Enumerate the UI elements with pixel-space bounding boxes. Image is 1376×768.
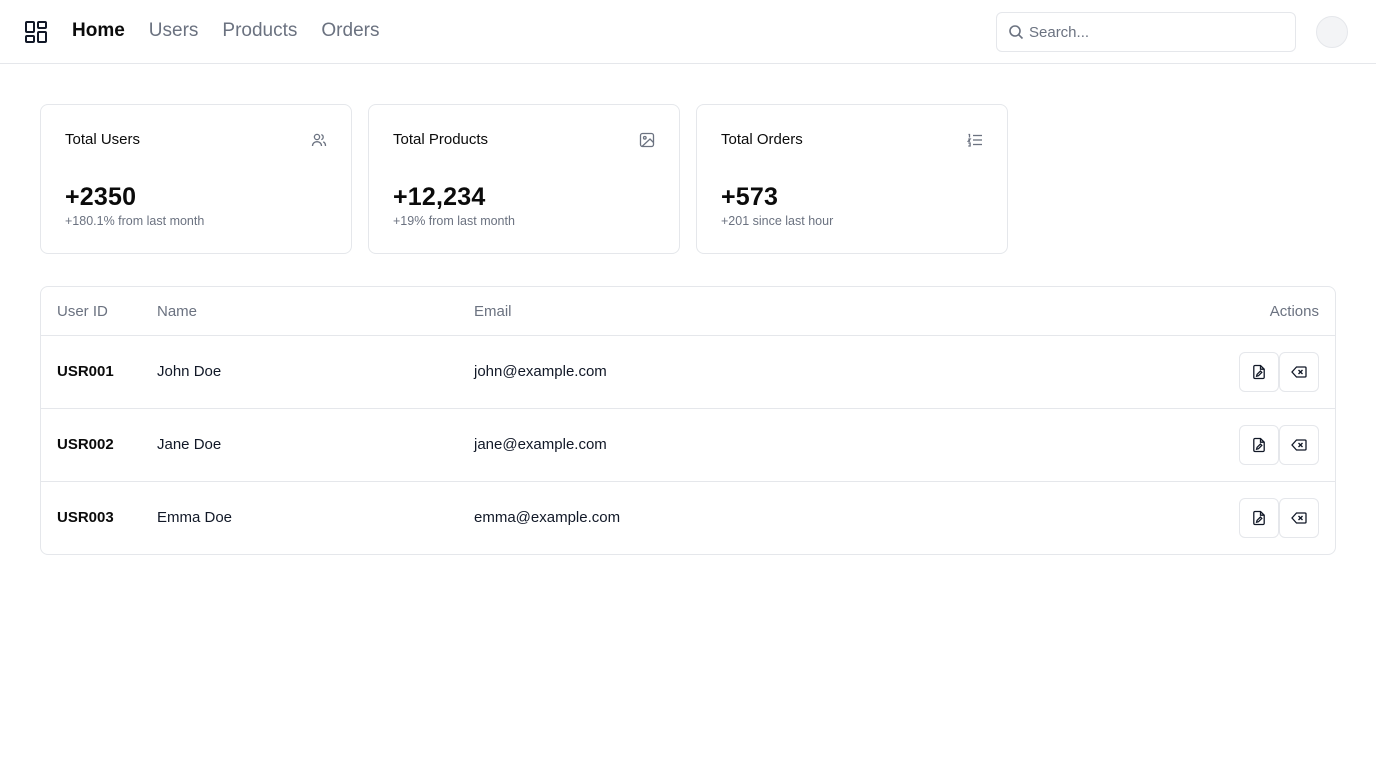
search-input[interactable] xyxy=(1029,13,1287,51)
delete-icon xyxy=(1291,439,1307,451)
file-edit-icon xyxy=(1253,437,1265,453)
card-value: +12,234 xyxy=(393,183,486,211)
delete-button[interactable] xyxy=(1279,498,1319,538)
table-row: USR001 John Doe john@example.com xyxy=(41,336,1335,409)
cell-email: emma@example.com xyxy=(474,509,621,526)
column-header-actions: Actions xyxy=(1269,303,1319,320)
card-value: +573 xyxy=(721,183,779,211)
cell-name: John Doe xyxy=(157,363,222,380)
nav-users[interactable]: Users xyxy=(149,19,199,43)
delete-icon xyxy=(1291,366,1307,378)
cell-name: Emma Doe xyxy=(157,509,233,526)
cell-user-id: USR002 xyxy=(57,436,114,453)
card-subtext: +19% from last month xyxy=(393,214,515,228)
card-title: Total Products xyxy=(393,131,489,148)
cell-user-id: USR003 xyxy=(57,509,114,526)
nav-orders[interactable]: Orders xyxy=(321,19,379,43)
delete-icon xyxy=(1291,512,1307,524)
delete-button[interactable] xyxy=(1279,425,1319,465)
main-nav: Home Users Products Orders xyxy=(72,19,379,43)
image-icon xyxy=(639,132,655,148)
column-header-name: Name xyxy=(157,303,198,320)
nav-home[interactable]: Home xyxy=(72,19,125,43)
list-ordered-icon xyxy=(967,133,982,147)
file-edit-icon xyxy=(1253,510,1265,526)
table-header: User ID Name Email Actions xyxy=(41,287,1335,336)
cell-email: jane@example.com xyxy=(474,436,607,453)
cell-name: Jane Doe xyxy=(157,436,222,453)
search-box[interactable] xyxy=(996,12,1296,52)
delete-button[interactable] xyxy=(1279,352,1319,392)
nav-products[interactable]: Products xyxy=(222,19,297,43)
cell-email: john@example.com xyxy=(474,363,607,380)
edit-button[interactable] xyxy=(1239,498,1279,538)
user-avatar[interactable] xyxy=(1316,16,1348,48)
column-header-email: Email xyxy=(474,303,512,320)
edit-button[interactable] xyxy=(1239,425,1279,465)
users-icon xyxy=(311,133,327,147)
file-edit-icon xyxy=(1253,364,1265,380)
layout-grid-icon[interactable] xyxy=(25,21,47,43)
table-row: USR003 Emma Doe emma@example.com xyxy=(41,482,1335,554)
card-value: +2350 xyxy=(65,183,137,211)
search-icon xyxy=(1009,25,1024,40)
stat-card-total-products: Total Products +12,234 +19% from last mo… xyxy=(368,104,680,254)
cell-user-id: USR001 xyxy=(57,363,114,380)
top-navigation-bar: Home Users Products Orders xyxy=(0,0,1376,64)
stat-card-total-orders: Total Orders +573 +201 since last hour xyxy=(696,104,1008,254)
table-row: USR002 Jane Doe jane@example.com xyxy=(41,409,1335,482)
users-table: User ID Name Email Actions USR001 John D… xyxy=(40,286,1336,555)
card-title: Total Orders xyxy=(721,131,803,148)
stat-card-total-users: Total Users +2350 +180.1% from last mont… xyxy=(40,104,352,254)
card-subtext: +180.1% from last month xyxy=(65,214,205,228)
edit-button[interactable] xyxy=(1239,352,1279,392)
card-subtext: +201 since last hour xyxy=(721,214,834,228)
column-header-user-id: User ID xyxy=(57,303,108,320)
card-title: Total Users xyxy=(65,131,141,148)
